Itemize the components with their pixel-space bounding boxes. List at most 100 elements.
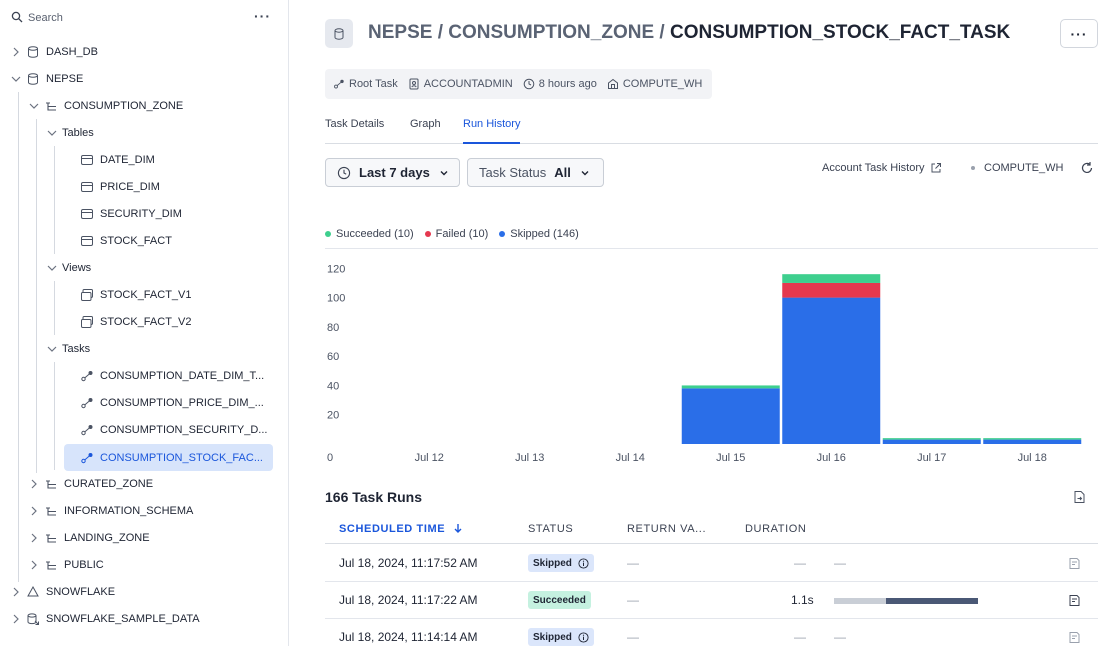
chevron-down-icon — [11, 76, 21, 82]
legend-swatch — [499, 231, 506, 237]
export-icon[interactable] — [1073, 490, 1086, 504]
meta-warehouse: COMPUTE_WH — [607, 78, 702, 90]
query-profile-icon[interactable] — [1068, 594, 1081, 607]
table-icon — [81, 154, 93, 165]
tab-run-history[interactable]: Run History — [463, 118, 521, 144]
table-row[interactable]: Jul 18, 2024, 11:14:14 AM Skipped — — — — [325, 619, 1098, 646]
duration-timeline-bar — [834, 598, 978, 604]
more-options-icon[interactable]: ··· — [254, 8, 271, 24]
tree-folder-views[interactable]: Views — [46, 254, 91, 281]
tree-item-snowflake-sample-data[interactable]: SNOWFLAKE_SAMPLE_DATA — [10, 605, 200, 632]
status-badge: Succeeded — [528, 591, 591, 609]
tree-item-label: CURATED_ZONE — [64, 477, 154, 490]
legend-item-succeeded[interactable]: Succeeded (10) — [325, 228, 414, 240]
tree-item-label: CONSUMPTION_ZONE — [64, 99, 184, 112]
warehouse-indicator-label: COMPUTE_WH — [984, 162, 1064, 174]
meta-time: 8 hours ago — [523, 78, 597, 90]
tab-graph[interactable]: Graph — [410, 118, 441, 144]
tree-item-task-security-dim[interactable]: CONSUMPTION_SECURITY_D... — [80, 416, 267, 443]
tree-item-stock-fact-v1[interactable]: STOCK_FACT_V1 — [80, 281, 192, 308]
x-tick-label: Jul 14 — [616, 452, 645, 464]
info-icon — [578, 631, 589, 643]
warehouse-indicator: COMPUTE_WH — [971, 162, 1063, 174]
table-header: SCHEDULED TIME STATUS RETURN VA... DURAT… — [325, 516, 1098, 544]
legend-item-skipped[interactable]: Skipped (146) — [499, 228, 579, 240]
task-icon — [81, 370, 93, 381]
tree-item-landing-zone[interactable]: LANDING_ZONE — [28, 524, 150, 551]
bar-skipped-jul-17[interactable] — [882, 439, 981, 444]
tree-item-consumption-zone[interactable]: CONSUMPTION_ZONE — [28, 92, 183, 119]
tree-folder-tables[interactable]: Tables — [46, 119, 94, 146]
tab-task-details[interactable]: Task Details — [325, 118, 384, 144]
refresh-icon[interactable] — [1080, 161, 1094, 175]
tree-item-public[interactable]: PUBLIC — [28, 551, 104, 578]
chevron-down-icon — [47, 130, 57, 136]
column-header-return-value[interactable]: RETURN VA... — [627, 523, 706, 535]
schema-icon — [46, 101, 56, 111]
tree-item-label: STOCK_FACT — [100, 234, 172, 247]
query-profile-icon[interactable] — [1068, 557, 1081, 570]
tree-item-curated-zone[interactable]: CURATED_ZONE — [28, 470, 153, 497]
tree-guide — [54, 281, 55, 335]
tree-item-label: CONSUMPTION_SECURITY_D... — [100, 423, 268, 436]
tree-item-label: CONSUMPTION_PRICE_DIM_... — [100, 396, 264, 409]
tree-item-dash-db[interactable]: DASH_DB — [10, 38, 98, 65]
status-badge-label: Skipped — [533, 631, 572, 643]
info-icon — [578, 557, 589, 569]
tree-item-date-dim[interactable]: DATE_DIM — [80, 146, 155, 173]
status-badge-label: Succeeded — [533, 594, 586, 606]
bar-skipped-jul-15[interactable] — [681, 388, 780, 444]
tree-item-label: INFORMATION_SCHEMA — [64, 504, 194, 517]
task-icon — [334, 79, 344, 89]
tree-item-label: CONSUMPTION_STOCK_FAC... — [100, 451, 263, 464]
object-explorer-sidebar: Search ··· DASH_DB NEPSE CONSUMPTION_ZON… — [0, 0, 289, 646]
bar-succeeded-jul-16[interactable] — [782, 274, 881, 283]
row-scheduled-time: Jul 18, 2024, 11:17:22 AM — [339, 593, 478, 607]
tree-item-task-date-dim[interactable]: CONSUMPTION_DATE_DIM_T... — [80, 362, 264, 389]
table-row[interactable]: Jul 18, 2024, 11:17:52 AM Skipped — — — — [325, 545, 1098, 582]
bar-succeeded-jul-18[interactable] — [983, 438, 1082, 440]
column-header-scheduled-time[interactable]: SCHEDULED TIME — [339, 523, 463, 535]
search-input[interactable]: Search — [28, 12, 63, 24]
tree-folder-tasks[interactable]: Tasks — [46, 335, 90, 362]
tree-item-security-dim[interactable]: SECURITY_DIM — [80, 200, 182, 227]
breadcrumb-database[interactable]: NEPSE — [368, 22, 432, 43]
table-row[interactable]: Jul 18, 2024, 11:17:22 AM Succeeded — 1.… — [325, 582, 1098, 619]
date-range-dropdown[interactable]: Last 7 days — [325, 158, 460, 187]
x-tick-label: Jul 13 — [515, 452, 544, 464]
bar-succeeded-jul-15[interactable] — [681, 385, 780, 389]
chevron-down-icon — [29, 103, 39, 109]
legend-label: Failed (10) — [435, 228, 489, 240]
tree-item-information-schema[interactable]: INFORMATION_SCHEMA — [28, 497, 193, 524]
bar-failed-jul-16[interactable] — [782, 282, 881, 298]
account-task-history-link[interactable]: Account Task History — [822, 162, 942, 174]
tree-item-label: STOCK_FACT_V1 — [100, 288, 192, 301]
tree-item-label: Views — [62, 261, 92, 274]
column-header-duration[interactable]: DURATION — [745, 523, 806, 535]
tree-item-snowflake[interactable]: SNOWFLAKE — [10, 578, 115, 605]
tree-item-label: DASH_DB — [46, 45, 98, 58]
database-icon — [28, 72, 38, 85]
more-actions-button[interactable]: ··· — [1060, 19, 1098, 48]
breadcrumb-schema[interactable]: CONSUMPTION_ZONE — [448, 22, 654, 43]
y-tick-label: 0 — [327, 452, 333, 464]
tree-item-task-price-dim[interactable]: CONSUMPTION_PRICE_DIM_... — [80, 389, 264, 416]
bar-skipped-jul-18[interactable] — [983, 439, 1082, 444]
tab-bar: Task Details Graph Run History — [325, 111, 1098, 144]
chevron-down-icon — [581, 170, 589, 175]
search-bar[interactable]: Search ··· — [0, 0, 289, 38]
column-header-status[interactable]: STATUS — [528, 523, 573, 535]
bar-succeeded-jul-17[interactable] — [882, 438, 981, 440]
tree-item-task-stock-fact[interactable]: CONSUMPTION_STOCK_FAC... — [64, 444, 273, 471]
bar-skipped-jul-16[interactable] — [782, 297, 881, 444]
tree-item-price-dim[interactable]: PRICE_DIM — [80, 173, 160, 200]
y-tick-label: 60 — [327, 351, 339, 363]
legend-item-failed[interactable]: Failed (10) — [424, 228, 489, 240]
run-history-chart: 0 20 40 60 80 100 120 Jul 12 Jul 13 Jul 14 Jul 15 J… — [325, 248, 1098, 464]
status-dot — [971, 166, 975, 170]
tree-item-stock-fact-v2[interactable]: STOCK_FACT_V2 — [80, 308, 192, 335]
task-status-dropdown[interactable]: Task Status All — [467, 158, 604, 187]
query-profile-icon[interactable] — [1068, 631, 1081, 644]
tree-item-nepse[interactable]: NEPSE — [10, 65, 83, 92]
tree-item-stock-fact[interactable]: STOCK_FACT — [80, 227, 172, 254]
